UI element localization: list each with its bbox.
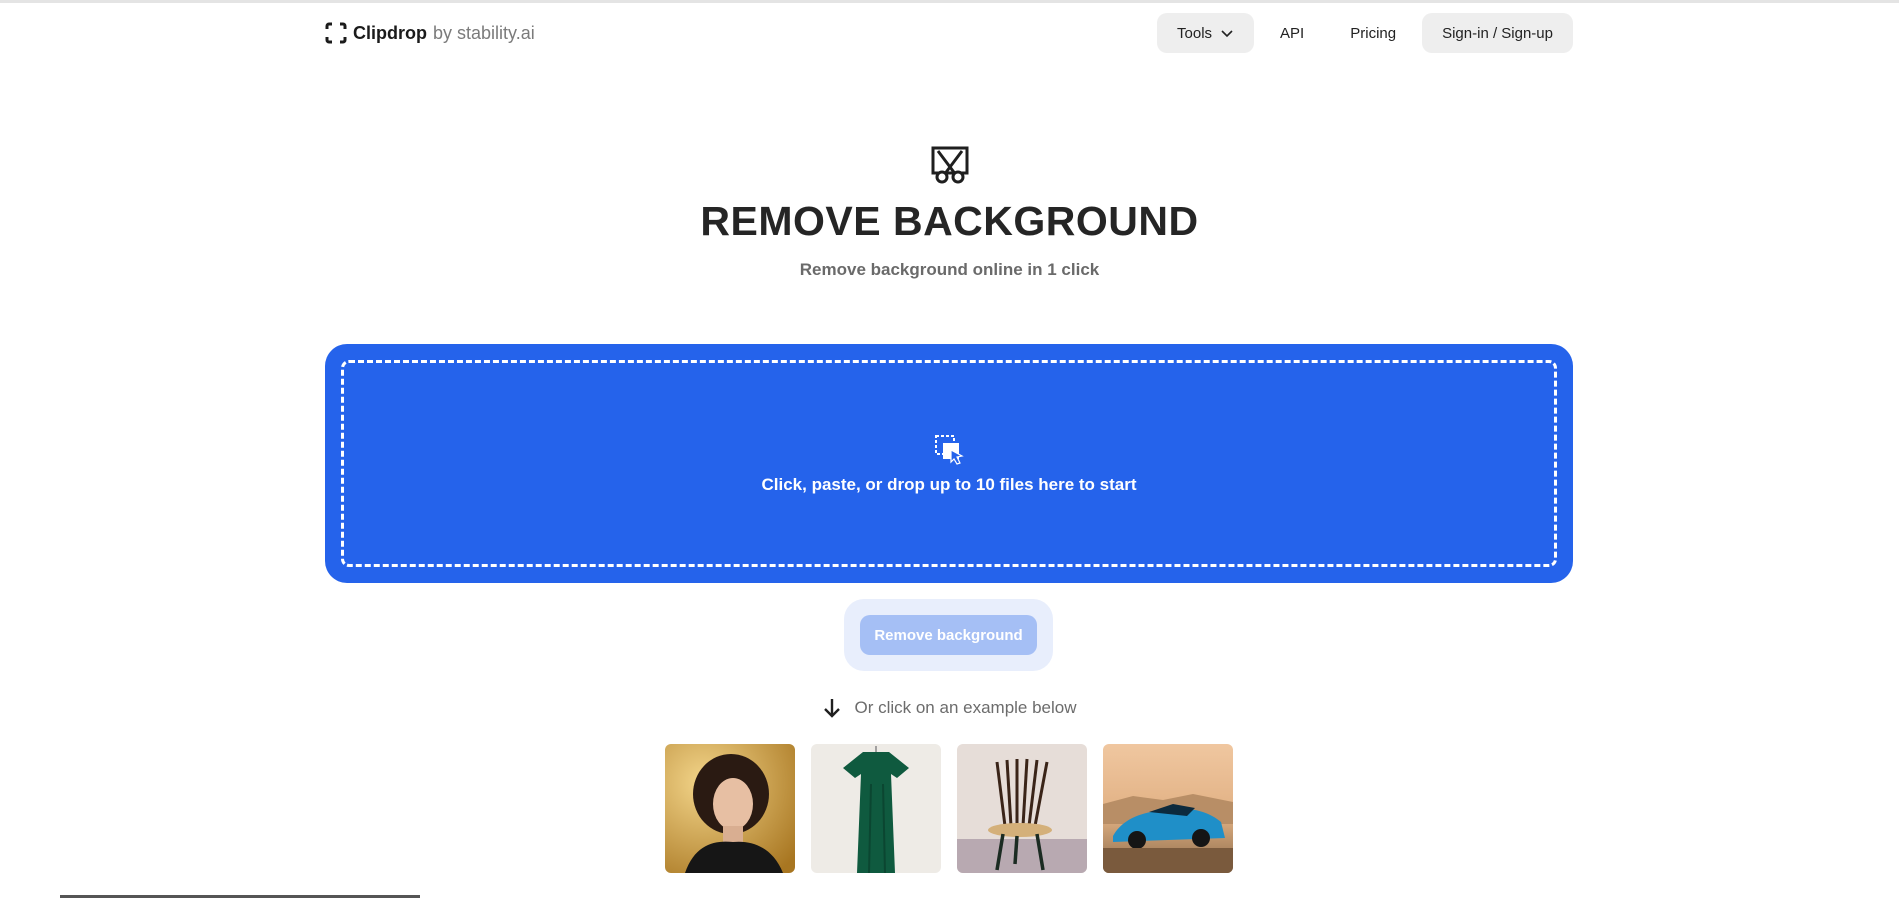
- example-portrait[interactable]: [665, 744, 795, 873]
- remove-background-button[interactable]: Remove background: [860, 615, 1037, 655]
- example-dress[interactable]: [811, 744, 941, 873]
- action-container: Remove background: [844, 599, 1053, 671]
- example-thumbnails: [665, 744, 1233, 873]
- page-subtitle: Remove background online in 1 click: [799, 260, 1100, 280]
- cut-image-icon: [931, 146, 968, 184]
- dropzone-border: Click, paste, or drop up to 10 files her…: [341, 360, 1557, 567]
- examples-hint: Or click on an example below: [0, 697, 1899, 719]
- main-nav: Tools API Pricing Sign-in / Sign-up: [1157, 13, 1573, 53]
- page-title: REMOVE BACKGROUND: [700, 198, 1199, 244]
- tools-label: Tools: [1177, 24, 1213, 42]
- top-navbar: Clipdrop by stability.ai Tools API Prici…: [325, 13, 1573, 53]
- green-dress-thumbnail: [811, 744, 941, 873]
- wooden-chair-thumbnail: [957, 744, 1087, 873]
- clipdrop-logo-icon: [325, 22, 347, 44]
- chevron-down-icon: [1221, 30, 1233, 38]
- select-cursor-icon: [935, 434, 964, 465]
- blue-car-thumbnail: [1103, 744, 1233, 873]
- example-car[interactable]: [1103, 744, 1233, 873]
- upload-dropzone[interactable]: Click, paste, or drop up to 10 files her…: [325, 344, 1573, 583]
- example-chair[interactable]: [957, 744, 1087, 873]
- brand-logo[interactable]: Clipdrop by stability.ai: [325, 22, 535, 44]
- portrait-woman-thumbnail: [665, 744, 795, 873]
- dropzone-text: Click, paste, or drop up to 10 files her…: [761, 474, 1137, 494]
- examples-label: Or click on an example below: [854, 698, 1077, 717]
- hero: REMOVE BACKGROUND Remove background onli…: [0, 145, 1899, 280]
- top-border: [0, 0, 1899, 3]
- tools-menu-button[interactable]: Tools: [1157, 13, 1255, 53]
- arrow-down-icon: [824, 699, 841, 718]
- pricing-link[interactable]: Pricing: [1330, 13, 1416, 53]
- api-link[interactable]: API: [1260, 13, 1324, 53]
- signin-button[interactable]: Sign-in / Sign-up: [1422, 13, 1573, 53]
- brand-suffix: by stability.ai: [433, 22, 535, 43]
- brand-name: Clipdrop: [353, 22, 427, 43]
